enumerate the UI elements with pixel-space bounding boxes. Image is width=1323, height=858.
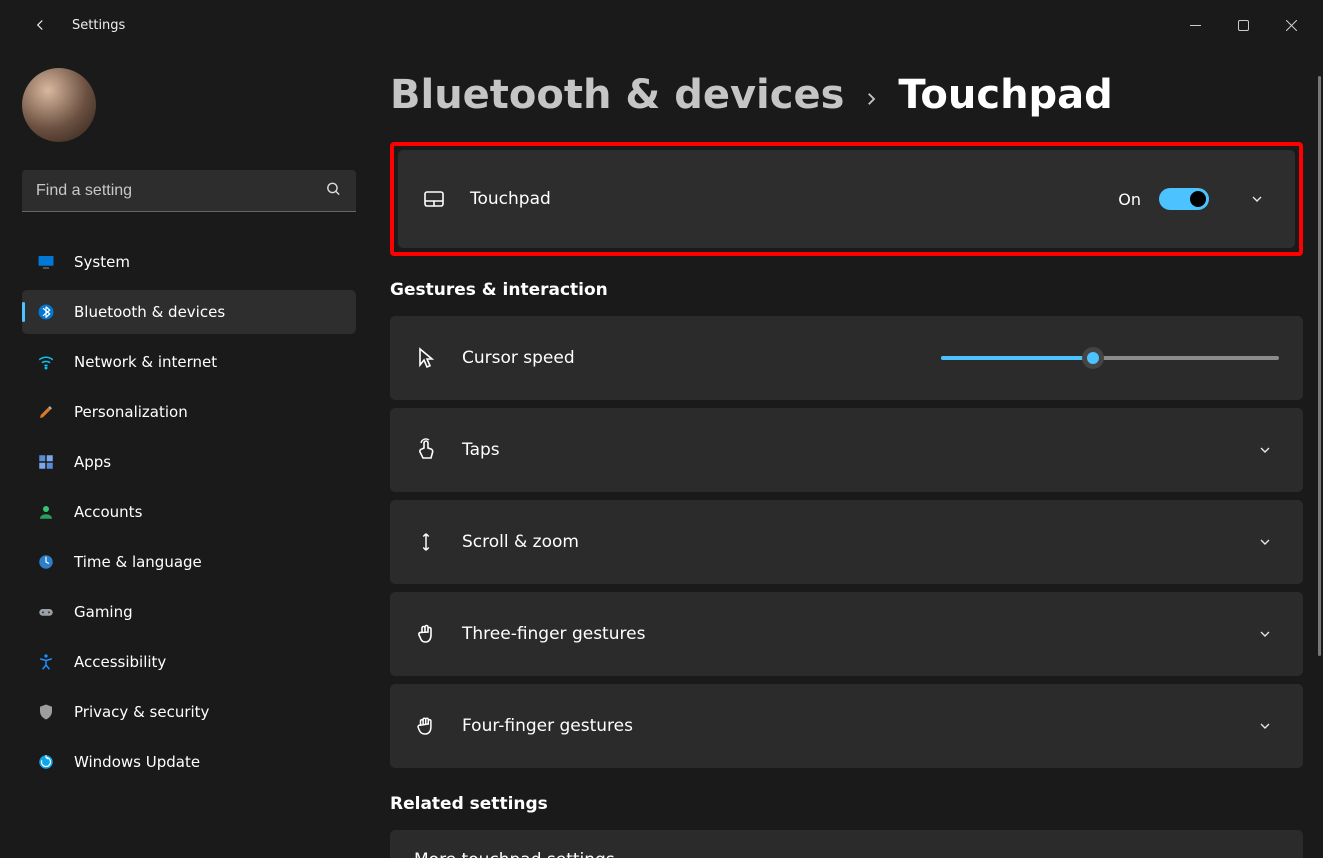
sidebar: System Bluetooth & devices Network & int… bbox=[0, 50, 370, 858]
highlight-frame: Touchpad On bbox=[390, 142, 1303, 256]
gamepad-icon bbox=[36, 602, 56, 622]
sidebar-item-accounts[interactable]: Accounts bbox=[22, 490, 356, 534]
four-finger-card[interactable]: Four-finger gestures bbox=[390, 684, 1303, 768]
three-finger-card[interactable]: Three-finger gestures bbox=[390, 592, 1303, 676]
toggle-state-label: On bbox=[1118, 190, 1141, 209]
card-label: Taps bbox=[462, 440, 500, 460]
cursor-speed-card: Cursor speed bbox=[390, 316, 1303, 400]
sidebar-item-label: System bbox=[74, 253, 130, 271]
main-content: Bluetooth & devices Touchpad Touchpad On bbox=[370, 50, 1323, 858]
sidebar-item-gaming[interactable]: Gaming bbox=[22, 590, 356, 634]
card-label: Scroll & zoom bbox=[462, 532, 579, 552]
paintbrush-icon bbox=[36, 402, 56, 422]
card-label: Cursor speed bbox=[462, 348, 575, 368]
four-finger-icon bbox=[414, 714, 438, 738]
minimize-icon bbox=[1190, 20, 1201, 31]
page-title: Touchpad bbox=[898, 72, 1112, 118]
taps-card[interactable]: Taps bbox=[390, 408, 1303, 492]
apps-icon bbox=[36, 452, 56, 472]
chevron-down-icon bbox=[1251, 718, 1279, 734]
sidebar-item-label: Network & internet bbox=[74, 353, 217, 371]
toggle-switch[interactable] bbox=[1159, 188, 1209, 210]
maximize-button[interactable] bbox=[1219, 9, 1267, 41]
tap-icon bbox=[414, 438, 438, 462]
shield-icon bbox=[36, 702, 56, 722]
back-button[interactable] bbox=[20, 5, 60, 45]
titlebar: Settings bbox=[0, 0, 1323, 50]
search-input[interactable] bbox=[22, 170, 356, 212]
sidebar-item-label: Windows Update bbox=[74, 753, 200, 771]
sidebar-item-windows-update[interactable]: Windows Update bbox=[22, 740, 356, 784]
window-controls bbox=[1171, 9, 1315, 41]
sidebar-item-personalization[interactable]: Personalization bbox=[22, 390, 356, 434]
sidebar-item-network[interactable]: Network & internet bbox=[22, 340, 356, 384]
cursor-speed-slider[interactable] bbox=[941, 346, 1279, 370]
sidebar-item-system[interactable]: System bbox=[22, 240, 356, 284]
maximize-icon bbox=[1238, 20, 1249, 31]
avatar[interactable] bbox=[22, 68, 96, 142]
scroll-zoom-card[interactable]: Scroll & zoom bbox=[390, 500, 1303, 584]
sidebar-item-label: Gaming bbox=[74, 603, 133, 621]
card-label: Three-finger gestures bbox=[462, 624, 645, 644]
sidebar-item-label: Bluetooth & devices bbox=[74, 303, 225, 321]
sidebar-item-label: Apps bbox=[74, 453, 111, 471]
chevron-down-icon bbox=[1251, 534, 1279, 550]
more-touchpad-settings-card[interactable]: More touchpad settings bbox=[390, 830, 1303, 858]
monitor-icon bbox=[36, 252, 56, 272]
sidebar-item-label: Personalization bbox=[74, 403, 188, 421]
chevron-down-icon bbox=[1251, 442, 1279, 458]
wifi-icon bbox=[36, 352, 56, 372]
chevron-down-icon[interactable] bbox=[1243, 191, 1271, 207]
cursor-icon bbox=[414, 346, 438, 370]
section-heading-related: Related settings bbox=[390, 794, 1303, 814]
touchpad-toggle-card[interactable]: Touchpad On bbox=[398, 150, 1295, 248]
card-label: Touchpad bbox=[470, 189, 551, 209]
sidebar-item-label: Privacy & security bbox=[74, 703, 209, 721]
minimize-button[interactable] bbox=[1171, 9, 1219, 41]
chevron-down-icon bbox=[1251, 626, 1279, 642]
scroll-icon bbox=[414, 531, 438, 553]
arrow-left-icon bbox=[31, 16, 49, 34]
app-title: Settings bbox=[72, 18, 125, 33]
touchpad-icon bbox=[422, 186, 446, 212]
touchpad-toggle[interactable]: On bbox=[1118, 188, 1209, 210]
sidebar-item-label: Accounts bbox=[74, 503, 142, 521]
card-label: Four-finger gestures bbox=[462, 716, 633, 736]
sidebar-item-privacy[interactable]: Privacy & security bbox=[22, 690, 356, 734]
sidebar-item-time-language[interactable]: Time & language bbox=[22, 540, 356, 584]
sidebar-item-bluetooth-devices[interactable]: Bluetooth & devices bbox=[22, 290, 356, 334]
breadcrumb: Bluetooth & devices Touchpad bbox=[390, 72, 1303, 118]
sidebar-item-label: Accessibility bbox=[74, 653, 166, 671]
chevron-right-icon bbox=[862, 89, 880, 114]
search-icon bbox=[325, 181, 342, 202]
section-heading-gestures: Gestures & interaction bbox=[390, 280, 1303, 300]
three-finger-icon bbox=[414, 622, 438, 646]
clock-globe-icon bbox=[36, 552, 56, 572]
sidebar-item-label: Time & language bbox=[74, 553, 202, 571]
breadcrumb-parent[interactable]: Bluetooth & devices bbox=[390, 72, 844, 118]
search-box[interactable] bbox=[22, 170, 356, 212]
sidebar-item-accessibility[interactable]: Accessibility bbox=[22, 640, 356, 684]
card-label: More touchpad settings bbox=[414, 850, 615, 858]
bluetooth-icon bbox=[36, 302, 56, 322]
close-button[interactable] bbox=[1267, 9, 1315, 41]
sidebar-item-apps[interactable]: Apps bbox=[22, 440, 356, 484]
close-icon bbox=[1286, 20, 1297, 31]
accessibility-icon bbox=[36, 652, 56, 672]
update-icon bbox=[36, 752, 56, 772]
scrollbar[interactable] bbox=[1318, 76, 1321, 656]
person-icon bbox=[36, 502, 56, 522]
